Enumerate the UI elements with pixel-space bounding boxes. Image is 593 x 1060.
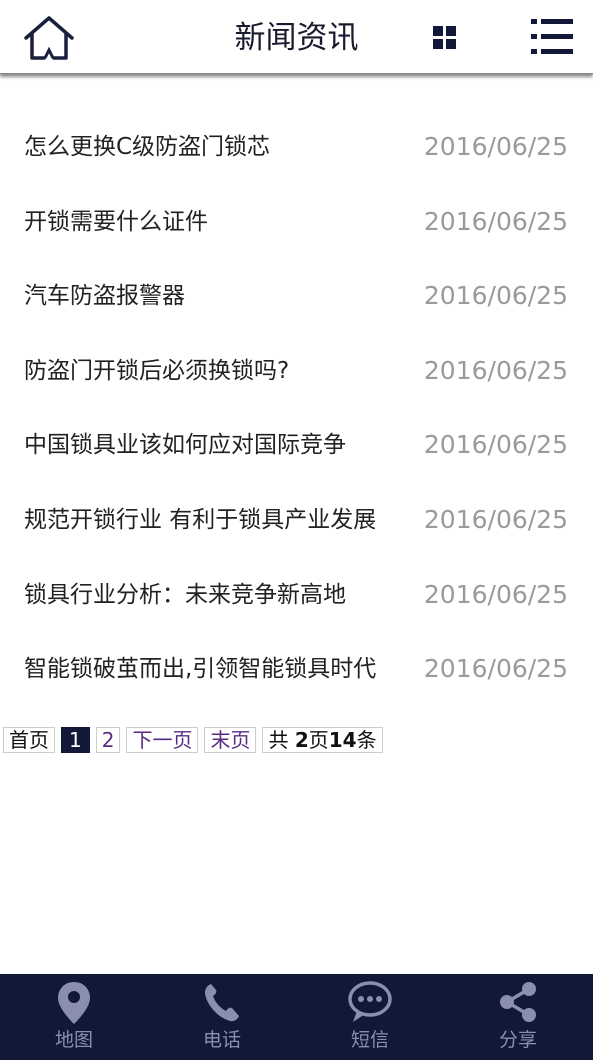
share-icon (500, 982, 536, 1022)
next-page-link[interactable]: 下一页 (126, 727, 199, 753)
total-prefix: 共 (268, 728, 295, 752)
home-button[interactable] (22, 14, 76, 62)
news-item[interactable]: 锁具行业分析：未来竞争新高地 2016/06/25 (0, 558, 593, 633)
first-page-link[interactable]: 首页 (3, 727, 55, 753)
last-page-link[interactable]: 末页 (204, 727, 257, 753)
footer-map-button[interactable]: 地图 (0, 974, 148, 1060)
pagination: 首页 1 2 下一页 末页 共 2页14条 (3, 727, 383, 753)
news-title[interactable]: 锁具行业分析：未来竞争新高地 (24, 578, 414, 612)
footer-share-label: 分享 (498, 1029, 537, 1051)
total-items: 14 (328, 728, 357, 752)
news-item[interactable]: 规范开锁行业 有利于锁具产业发展 2016/06/25 (0, 483, 593, 558)
page-unit: 页 (308, 728, 329, 752)
news-title[interactable]: 汽车防盗报警器 (24, 279, 414, 313)
footer-share-button[interactable]: 分享 (444, 974, 592, 1060)
news-item[interactable]: 汽车防盗报警器 2016/06/25 (0, 259, 593, 334)
news-date: 2016/06/25 (423, 579, 568, 609)
phone-icon (205, 984, 239, 1022)
news-date: 2016/06/25 (423, 654, 568, 684)
news-title[interactable]: 防盗门开锁后必须换锁吗? (24, 354, 414, 388)
footer-sms-button[interactable]: 短信 (296, 974, 444, 1060)
news-list: 怎么更换C级防盗门锁芯 2016/06/25 开锁需要什么证件 2016/06/… (0, 110, 593, 707)
bottom-nav: 地图 电话 短信 分享 (0, 974, 593, 1060)
news-date: 2016/06/25 (423, 504, 568, 534)
news-item[interactable]: 防盗门开锁后必须换锁吗? 2016/06/25 (0, 334, 593, 409)
news-title[interactable]: 开锁需要什么证件 (24, 205, 414, 239)
chat-bubble-icon (348, 981, 392, 1022)
grid-icon (433, 26, 456, 49)
news-date: 2016/06/25 (423, 132, 568, 161)
news-date: 2016/06/25 (423, 206, 568, 236)
news-item[interactable]: 智能锁破茧而出,引领智能锁具时代 2016/06/25 (0, 632, 593, 707)
top-header: 新闻资讯 (0, 0, 593, 74)
map-pin-icon (58, 982, 90, 1024)
footer-phone-label: 电话 (202, 1029, 241, 1051)
page-total: 共 2页14条 (262, 727, 383, 753)
footer-phone-button[interactable]: 电话 (148, 974, 296, 1060)
news-date: 2016/06/25 (423, 281, 568, 311)
news-title[interactable]: 中国锁具业该如何应对国际竞争 (24, 428, 414, 462)
news-item[interactable]: 开锁需要什么证件 2016/06/25 (0, 185, 593, 260)
news-title[interactable]: 怎么更换C级防盗门锁芯 (24, 130, 414, 164)
list-menu-icon (531, 19, 573, 54)
footer-map-label: 地图 (54, 1029, 93, 1051)
menu-button[interactable] (531, 17, 573, 57)
news-date: 2016/06/25 (423, 355, 568, 385)
grid-view-button[interactable] (433, 26, 457, 50)
page-2-link[interactable]: 2 (95, 727, 121, 753)
news-title[interactable]: 智能锁破茧而出,引领智能锁具时代 (24, 652, 414, 686)
news-item[interactable]: 中国锁具业该如何应对国际竞争 2016/06/25 (0, 408, 593, 483)
total-pages: 2 (294, 728, 309, 752)
page-title: 新闻资讯 (234, 20, 359, 56)
news-item[interactable]: 怎么更换C级防盗门锁芯 2016/06/25 (0, 110, 593, 185)
current-page: 1 (61, 727, 90, 753)
news-date: 2016/06/25 (423, 430, 568, 460)
home-icon (24, 16, 74, 60)
news-title[interactable]: 规范开锁行业 有利于锁具产业发展 (24, 503, 414, 537)
item-unit: 条 (356, 728, 377, 752)
footer-sms-label: 短信 (350, 1029, 389, 1051)
